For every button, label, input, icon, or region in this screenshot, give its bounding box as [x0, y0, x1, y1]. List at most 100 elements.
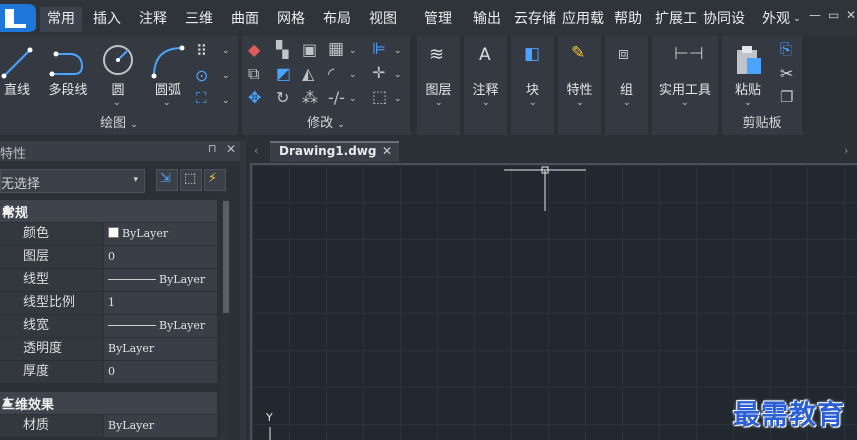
- 3d-effects-group-header[interactable]: 三维效果 ▲: [0, 392, 217, 414]
- menu-tab-output[interactable]: 输出: [465, 7, 509, 32]
- polyline-label[interactable]: 多段线: [44, 79, 92, 98]
- close-icon[interactable]: ✕: [846, 8, 856, 22]
- menu-tab-cloud[interactable]: 云存储: [512, 7, 558, 32]
- pin-icon[interactable]: ⊓: [208, 142, 217, 155]
- palette-resize-edge[interactable]: [240, 141, 246, 440]
- fillet-icon[interactable]: ◜: [328, 64, 334, 83]
- offset-icon[interactable]: ▣: [302, 40, 317, 59]
- menu-tab-home[interactable]: 常用: [40, 7, 82, 32]
- utilities-dropdown-icon[interactable]: ⌄: [681, 98, 689, 108]
- mirror-icon[interactable]: ◭: [302, 64, 314, 83]
- circle-label[interactable]: 圆: [100, 79, 136, 98]
- appearance-chevron-icon[interactable]: ⌄: [792, 7, 802, 32]
- paste-label[interactable]: 粘贴: [728, 79, 768, 98]
- stretch-icon[interactable]: ⧉: [248, 64, 259, 84]
- hatch-dropdown-icon[interactable]: ⌄: [222, 46, 230, 56]
- block-panel[interactable]: ◧ 块 ⌄: [511, 36, 554, 135]
- property-value[interactable]: ByLayer: [104, 223, 217, 245]
- paste-dropdown-icon[interactable]: ⌄: [744, 98, 752, 108]
- selection-chevron-icon[interactable]: ▾: [133, 175, 138, 185]
- app-logo-icon[interactable]: L: [0, 0, 40, 34]
- group-icon[interactable]: ⧈: [618, 44, 629, 64]
- array-dropdown-icon[interactable]: ⌄: [349, 46, 357, 56]
- minimize-icon[interactable]: —: [809, 8, 821, 22]
- properties-brush-icon[interactable]: ✎: [571, 43, 585, 63]
- palette-close-icon[interactable]: ✕: [226, 142, 236, 156]
- layers-panel[interactable]: ≋ 图层 ⌄: [417, 36, 460, 135]
- arc-dropdown-icon[interactable]: ⌄: [163, 98, 171, 108]
- property-row-material[interactable]: 材质 ByLayer: [0, 415, 217, 438]
- draw-panel-title[interactable]: 绘图 ⌄: [0, 115, 238, 133]
- arc-icon[interactable]: [148, 42, 186, 80]
- menu-tab-annotate[interactable]: 注释: [134, 7, 172, 32]
- block-icon[interactable]: ◧: [524, 44, 540, 64]
- property-value[interactable]: ByLayer: [104, 269, 217, 291]
- menu-tab-surface[interactable]: 曲面: [226, 7, 264, 32]
- property-value[interactable]: ByLayer: [104, 315, 217, 337]
- line-icon[interactable]: [0, 44, 34, 80]
- quick-select-button[interactable]: ⚡: [204, 169, 226, 191]
- menu-tab-insert[interactable]: 插入: [88, 7, 126, 32]
- property-row-thickness[interactable]: 厚度 0: [0, 361, 217, 384]
- rectangle-dropdown-icon[interactable]: ⌄: [222, 96, 230, 106]
- paste-icon[interactable]: [734, 44, 764, 76]
- cut-icon[interactable]: ✂: [780, 64, 793, 83]
- appearance-menu[interactable]: 外观: [760, 7, 792, 32]
- copy-clip-icon[interactable]: ⎘: [780, 40, 792, 58]
- toggle-pickadd-button[interactable]: ⇲: [156, 169, 178, 191]
- property-row-linetype-scale[interactable]: 线型比例 1: [0, 292, 217, 315]
- document-tab[interactable]: Drawing1.dwg ✕: [270, 141, 399, 162]
- move-icon[interactable]: ✥: [248, 88, 261, 107]
- annotate-dropdown-icon[interactable]: ⌄: [482, 98, 490, 108]
- menu-tab-manage[interactable]: 管理: [416, 7, 460, 32]
- select-window-icon[interactable]: ⬚: [372, 87, 387, 106]
- break-icon[interactable]: -/-: [328, 88, 345, 107]
- block-label[interactable]: 块: [511, 79, 554, 98]
- property-row-layer[interactable]: 图层 0: [0, 246, 217, 269]
- tab-scroll-right-icon[interactable]: ›: [844, 144, 848, 157]
- erase-icon[interactable]: ◆: [248, 40, 260, 59]
- modify-panel-title[interactable]: 修改 ⌄: [242, 115, 410, 133]
- properties-ribbon-panel[interactable]: ✎ 特性 ⌄: [558, 36, 601, 135]
- group-label[interactable]: 组: [605, 79, 648, 98]
- ellipse-icon[interactable]: ⊙: [195, 66, 208, 85]
- property-value[interactable]: 0: [104, 361, 217, 383]
- explode-dropdown-icon[interactable]: ⌄: [394, 70, 402, 80]
- property-value[interactable]: 0: [104, 246, 217, 268]
- break-dropdown-icon[interactable]: ⌄: [349, 94, 357, 104]
- menu-tab-view[interactable]: 视图: [364, 7, 402, 32]
- scrollbar-thumb[interactable]: [223, 201, 229, 313]
- properties-dropdown-icon[interactable]: ⌄: [576, 98, 584, 108]
- group-panel[interactable]: ⧈ 组 ⌄: [605, 36, 648, 135]
- restore-icon[interactable]: ▭: [828, 8, 839, 22]
- draw-panel-chevron-icon[interactable]: ⌄: [130, 120, 138, 130]
- arc-label[interactable]: 圆弧: [148, 79, 188, 98]
- selection-dropdown[interactable]: 无选择 ▾: [0, 169, 145, 193]
- align-icon[interactable]: ⊫: [372, 39, 386, 58]
- array-icon[interactable]: ▦: [328, 39, 344, 59]
- match-properties-icon[interactable]: ❐: [780, 88, 793, 106]
- menu-tab-mesh[interactable]: 网格: [272, 7, 310, 32]
- rectangle-icon[interactable]: ⛶: [196, 89, 207, 107]
- circle-dropdown-icon[interactable]: ⌄: [113, 98, 121, 108]
- hatch-dots-icon[interactable]: ⠿: [196, 42, 207, 60]
- scale-icon[interactable]: ◩: [276, 64, 291, 83]
- properties-label[interactable]: 特性: [558, 79, 601, 98]
- trim-icon[interactable]: ⁂: [302, 88, 318, 107]
- menu-tab-help[interactable]: 帮助: [609, 7, 647, 32]
- align-dropdown-icon[interactable]: ⌄: [394, 46, 402, 56]
- block-dropdown-icon[interactable]: ⌄: [529, 98, 537, 108]
- property-row-linetype[interactable]: 线型 ByLayer: [0, 269, 217, 292]
- property-value[interactable]: ByLayer: [104, 415, 217, 437]
- 3d-effects-collapse-icon[interactable]: ▲: [2, 394, 209, 409]
- measure-icon[interactable]: ⊢⊣: [674, 44, 704, 64]
- general-group-header[interactable]: 常规 ▲: [0, 200, 217, 222]
- fillet-dropdown-icon[interactable]: ⌄: [349, 70, 357, 80]
- menu-tab-apps[interactable]: 应用载: [561, 7, 605, 32]
- layers-icon[interactable]: ≋: [429, 44, 444, 65]
- menu-tab-extensions[interactable]: 扩展工: [654, 7, 698, 32]
- property-row-transparency[interactable]: 透明度 ByLayer: [0, 338, 217, 361]
- general-collapse-icon[interactable]: ▲: [2, 202, 209, 217]
- property-row-lineweight[interactable]: 线宽 ByLayer: [0, 315, 217, 338]
- layers-label[interactable]: 图层: [417, 79, 460, 98]
